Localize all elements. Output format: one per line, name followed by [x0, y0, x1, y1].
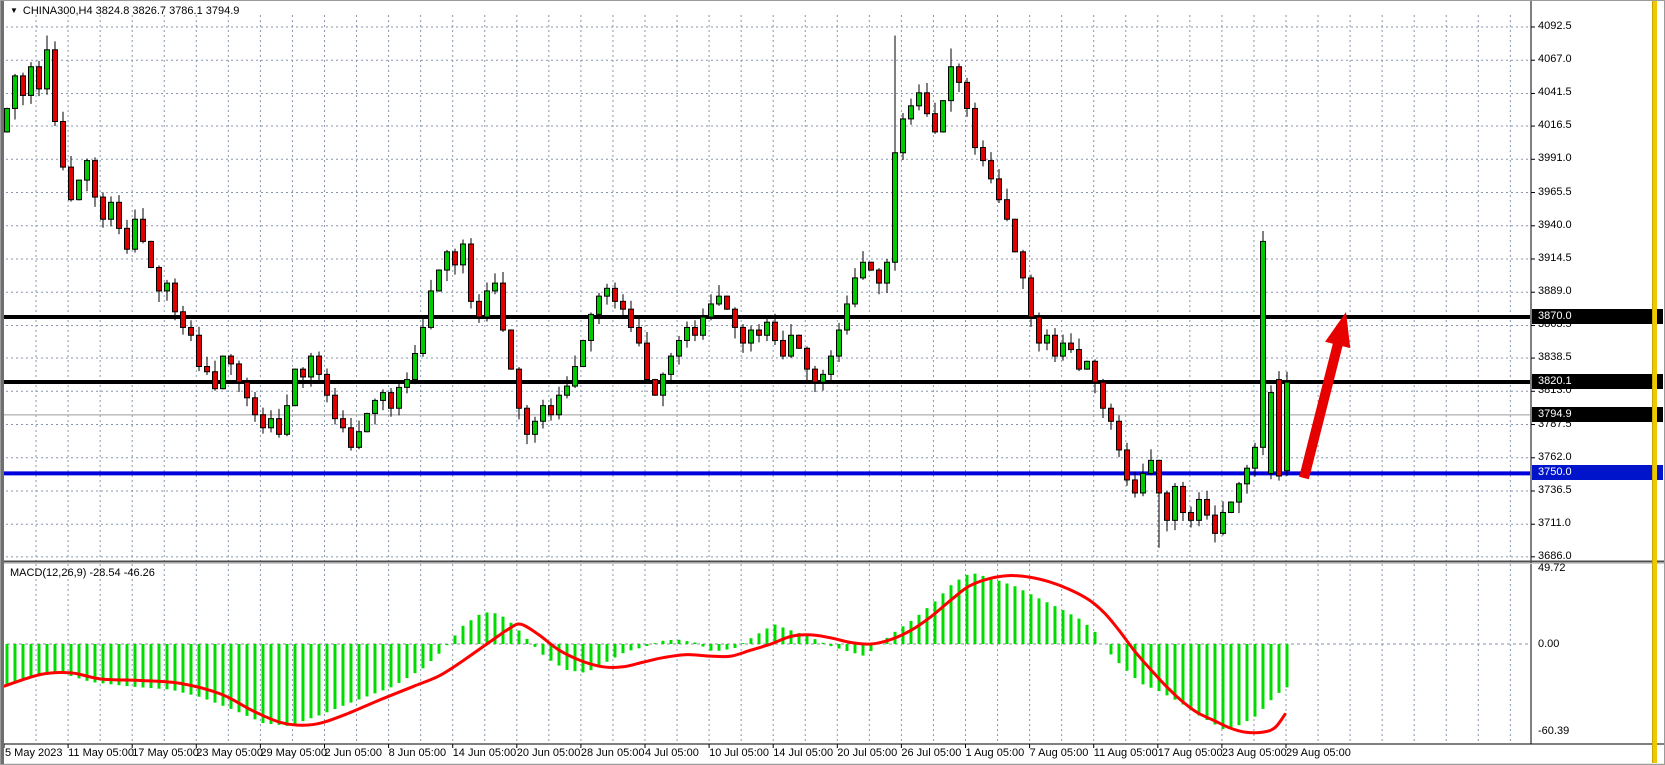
price-tick-label: 3965.5: [1538, 186, 1572, 198]
macd-scale-label: 0.00: [1538, 638, 1559, 650]
time-tick-label: 23 Aug 05:00: [1222, 747, 1287, 759]
symbol-info-label: CHINA300,H4 3824.8 3826.7 3786.1 3794.9: [23, 5, 240, 17]
time-tick-label: 8 Jun 05:00: [389, 747, 447, 759]
symbol-dropdown-icon[interactable]: ▼: [10, 6, 18, 15]
time-tick-label: 1 Aug 05:00: [966, 747, 1025, 759]
price-tick-label: 4067.0: [1538, 53, 1572, 65]
price-tag-3820.1: 3820.1: [1532, 374, 1663, 389]
time-tick-label: 29 May 05:00: [260, 747, 327, 759]
time-tick-label: 17 Aug 05:00: [1158, 747, 1223, 759]
time-tick-label: 10 Jul 05:00: [709, 747, 769, 759]
price-tick-label: 3736.5: [1538, 484, 1572, 496]
time-tick-label: 11 Aug 05:00: [1094, 747, 1158, 759]
price-tick-label: 3940.0: [1538, 219, 1572, 231]
macd-indicator-label: MACD(12,26,9) -28.54 -46.26: [10, 567, 155, 579]
price-tag-3794.9: 3794.9: [1532, 407, 1663, 422]
price-tick-label: 3838.5: [1538, 351, 1572, 363]
price-tick-label: 3914.5: [1538, 252, 1572, 264]
time-tick-label: 29 Aug 05:00: [1286, 747, 1351, 759]
time-tick-label: 14 Jun 05:00: [453, 747, 517, 759]
time-tick-label: 20 Jul 05:00: [837, 747, 897, 759]
time-tick-label: 26 Jul 05:00: [901, 747, 961, 759]
price-tick-label: 4016.5: [1538, 119, 1572, 131]
chart-canvas[interactable]: [1, 1, 1665, 765]
price-tick-label: 3686.0: [1538, 550, 1572, 562]
left-window-edge: [1, 1, 4, 765]
price-tick-label: 3889.0: [1538, 285, 1572, 297]
time-tick-label: 4 Jul 05:00: [645, 747, 699, 759]
price-tick-label: 3711.0: [1538, 517, 1571, 529]
time-tick-label: 20 Jun 05:00: [517, 747, 581, 759]
time-tick-label: 5 May 2023: [5, 747, 62, 759]
price-tick-label: 3991.0: [1538, 152, 1572, 164]
time-tick-label: 2 Jun 05:00: [325, 747, 383, 759]
time-tick-label: 23 May 05:00: [196, 747, 263, 759]
price-tick-label: 4092.5: [1538, 20, 1572, 32]
time-tick-label: 17 May 05:00: [132, 747, 199, 759]
time-tick-label: 14 Jul 05:00: [773, 747, 833, 759]
price-tick-label: 4041.5: [1538, 86, 1572, 98]
macd-scale-label: -60.39: [1538, 725, 1569, 737]
price-tag-3750.0: 3750.0: [1532, 465, 1663, 480]
price-tick-label: 3762.0: [1538, 451, 1572, 463]
price-tag-3870.0: 3870.0: [1532, 309, 1663, 324]
trading-chart-window: ▼ CHINA300,H4 3824.8 3826.7 3786.1 3794.9…: [0, 0, 1665, 765]
macd-scale-label: 49.72: [1538, 562, 1566, 574]
trend-arrow-shaft[interactable]: [1304, 339, 1339, 478]
time-tick-label: 7 Aug 05:00: [1030, 747, 1089, 759]
time-tick-label: 11 May 05:00: [68, 747, 134, 759]
chart-header: ▼ CHINA300,H4 3824.8 3826.7 3786.1 3794.9: [10, 5, 239, 17]
time-tick-label: 28 Jun 05:00: [581, 747, 645, 759]
right-accent-strip: [1652, 1, 1657, 765]
